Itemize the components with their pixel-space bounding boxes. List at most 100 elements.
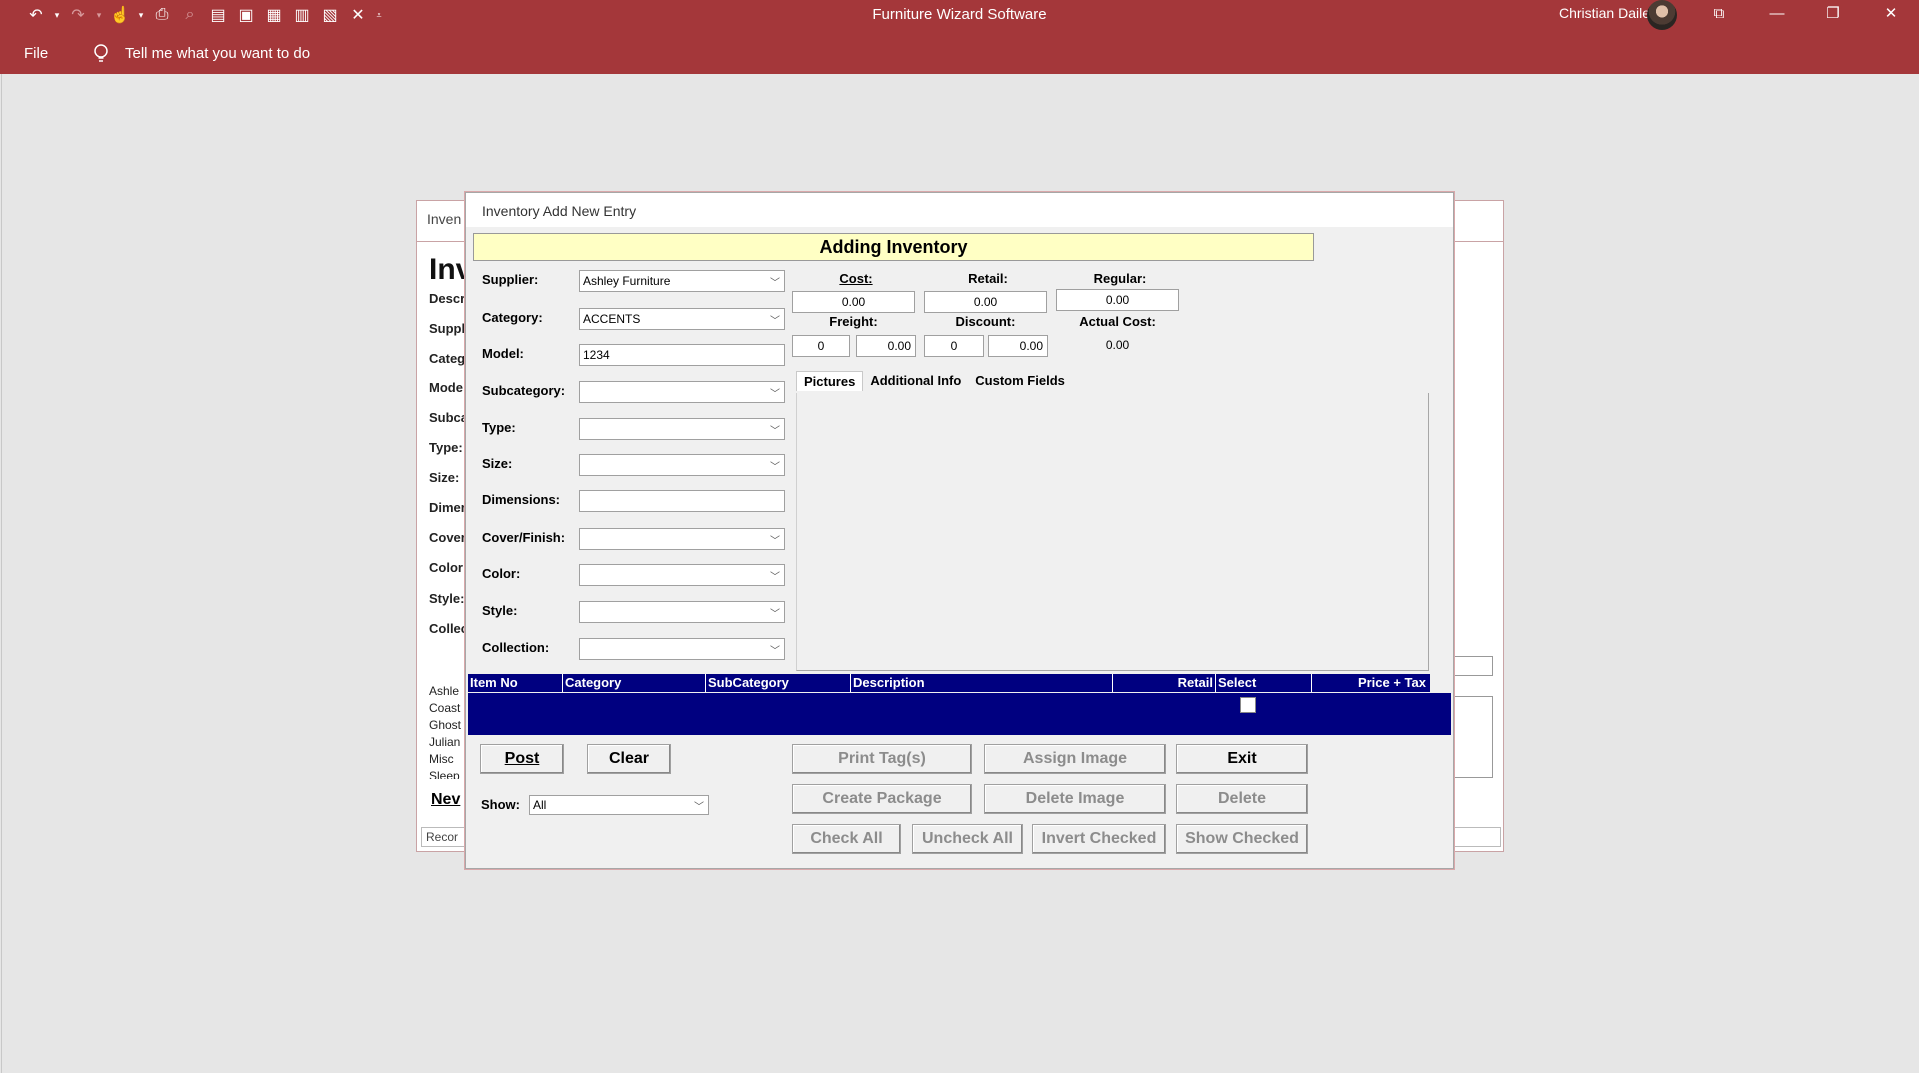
table-row[interactable]: [468, 693, 1451, 735]
background-label: Size:: [429, 470, 460, 485]
column-header-subcategory[interactable]: SubCategory: [706, 674, 851, 692]
category-value: ACCENTS: [583, 312, 641, 326]
discount-label: Discount:: [955, 314, 1016, 329]
file-menu[interactable]: File: [24, 45, 48, 62]
list-item[interactable]: Ghost: [429, 718, 461, 732]
collection-combo[interactable]: ﹀: [579, 638, 785, 660]
user-name[interactable]: Christian Dailey: [1559, 5, 1657, 21]
style-label: Style:: [482, 603, 518, 618]
list-item[interactable]: Ashle: [429, 684, 459, 698]
chevron-down-icon[interactable]: ﹀: [766, 382, 784, 402]
list-item[interactable]: Coast: [429, 701, 460, 715]
chevron-down-icon[interactable]: ﹀: [766, 271, 784, 291]
exit-button[interactable]: Exit: [1176, 744, 1308, 774]
background-label: Mode: [429, 380, 463, 395]
select-checkbox[interactable]: [1240, 697, 1256, 713]
background-form-tab[interactable]: Inven: [427, 211, 461, 227]
dimensions-label: Dimensions:: [482, 492, 561, 507]
dimensions-field[interactable]: [579, 490, 785, 512]
pictures-panel: [796, 393, 1429, 671]
chevron-down-icon[interactable]: ﹀: [766, 455, 784, 475]
list-item[interactable]: Julian: [429, 735, 460, 749]
tab-additional-info[interactable]: Additional Info: [863, 371, 968, 391]
background-label: Style:: [429, 591, 465, 606]
tab-pictures[interactable]: Pictures: [796, 371, 864, 391]
cost-field[interactable]: 0.00: [792, 291, 915, 313]
model-field[interactable]: 1234: [579, 344, 785, 366]
post-button[interactable]: Post: [480, 744, 564, 774]
chevron-down-icon[interactable]: ﹀: [766, 565, 784, 585]
size-label: Size:: [482, 456, 513, 471]
freight-qty-field[interactable]: 0: [792, 335, 850, 357]
lightbulb-icon[interactable]: [92, 43, 110, 63]
supplier-combo[interactable]: Ashley Furniture ﹀: [579, 270, 785, 292]
size-combo[interactable]: ﹀: [579, 454, 785, 476]
title-bar-row: ↶ ▾ ↷ ▾ ☝ ▾ ⎙ ⌕ ▤ ▣ ▦ ▥ ▧ ✕ ⩡ Furniture …: [0, 0, 1919, 30]
column-header-item-no[interactable]: Item No: [468, 674, 563, 692]
column-header-select[interactable]: Select: [1216, 674, 1312, 692]
supplier-value: Ashley Furniture: [583, 274, 671, 288]
column-header-category[interactable]: Category: [563, 674, 706, 692]
discount-amount-field[interactable]: 0.00: [988, 335, 1048, 357]
clear-button[interactable]: Clear: [587, 744, 671, 774]
grid-header: Item No Category SubCategory Description…: [468, 674, 1430, 692]
uncheck-all-button[interactable]: Uncheck All: [912, 824, 1023, 854]
background-label: Categ: [429, 351, 466, 366]
chevron-down-icon[interactable]: ﹀: [766, 529, 784, 549]
cover-finish-combo[interactable]: ﹀: [579, 528, 785, 550]
background-form-field: [1451, 656, 1493, 676]
chevron-down-icon[interactable]: ﹀: [766, 309, 784, 329]
actual-cost-value: 0.00: [1105, 338, 1130, 352]
chevron-down-icon[interactable]: ﹀: [766, 419, 784, 439]
restore-icon[interactable]: ❐: [1810, 0, 1856, 26]
style-combo[interactable]: ﹀: [579, 601, 785, 623]
delete-button[interactable]: Delete: [1176, 784, 1308, 814]
chevron-down-icon[interactable]: ﹀: [690, 796, 708, 814]
column-header-price-tax[interactable]: Price + Tax: [1312, 674, 1430, 692]
adding-inventory-banner: Adding Inventory: [473, 233, 1314, 261]
column-header-retail[interactable]: Retail: [1113, 674, 1216, 692]
retail-label: Retail:: [968, 271, 1008, 286]
retail-field[interactable]: 0.00: [924, 291, 1047, 313]
model-label: Model:: [482, 346, 524, 361]
tab-custom-fields[interactable]: Custom Fields: [968, 371, 1072, 391]
discount-qty-field[interactable]: 0: [924, 335, 984, 357]
subcategory-label: Subcategory:: [482, 383, 566, 398]
show-combo[interactable]: All ﹀: [529, 795, 709, 815]
ribbon-display-icon[interactable]: ⧉: [1696, 0, 1742, 26]
background-label: Type:: [429, 440, 463, 455]
show-label: Show:: [481, 797, 520, 812]
column-header-description-label: Description: [853, 675, 925, 690]
post-button-label: Post: [504, 750, 540, 767]
color-combo[interactable]: ﹀: [579, 564, 785, 586]
category-combo[interactable]: ACCENTS ﹀: [579, 308, 785, 330]
show-checked-button[interactable]: Show Checked: [1176, 824, 1308, 854]
background-label: Collec: [429, 621, 469, 636]
background-label: Cover: [429, 530, 466, 545]
background-label: Descr: [429, 291, 466, 306]
check-all-button[interactable]: Check All: [792, 824, 901, 854]
subcategory-combo[interactable]: ﹀: [579, 381, 785, 403]
column-header-description[interactable]: Description: [851, 674, 1113, 692]
cost-label: Cost:: [839, 271, 873, 286]
delete-image-button[interactable]: Delete Image: [984, 784, 1166, 814]
list-item[interactable]: Sleep: [429, 769, 460, 779]
avatar[interactable]: [1647, 0, 1677, 30]
assign-image-button[interactable]: Assign Image: [984, 744, 1166, 774]
minimize-icon[interactable]: —: [1754, 0, 1800, 26]
window-close-icon[interactable]: ✕: [1868, 0, 1914, 26]
detail-tabs: Pictures Additional Info Custom Fields: [796, 371, 1072, 391]
freight-label: Freight:: [829, 314, 878, 329]
print-tags-button[interactable]: Print Tag(s): [792, 744, 972, 774]
list-item[interactable]: Misc: [429, 752, 454, 766]
create-package-button[interactable]: Create Package: [792, 784, 972, 814]
chevron-down-icon[interactable]: ﹀: [766, 602, 784, 622]
chevron-down-icon[interactable]: ﹀: [766, 639, 784, 659]
regular-field[interactable]: 0.00: [1056, 289, 1179, 311]
tell-me-search[interactable]: Tell me what you want to do: [125, 45, 310, 62]
freight-amount-field[interactable]: 0.00: [856, 335, 916, 357]
regular-label: Regular:: [1093, 271, 1147, 286]
type-combo[interactable]: ﹀: [579, 418, 785, 440]
invert-checked-button[interactable]: Invert Checked: [1032, 824, 1166, 854]
background-new-button[interactable]: Nev: [431, 791, 460, 809]
